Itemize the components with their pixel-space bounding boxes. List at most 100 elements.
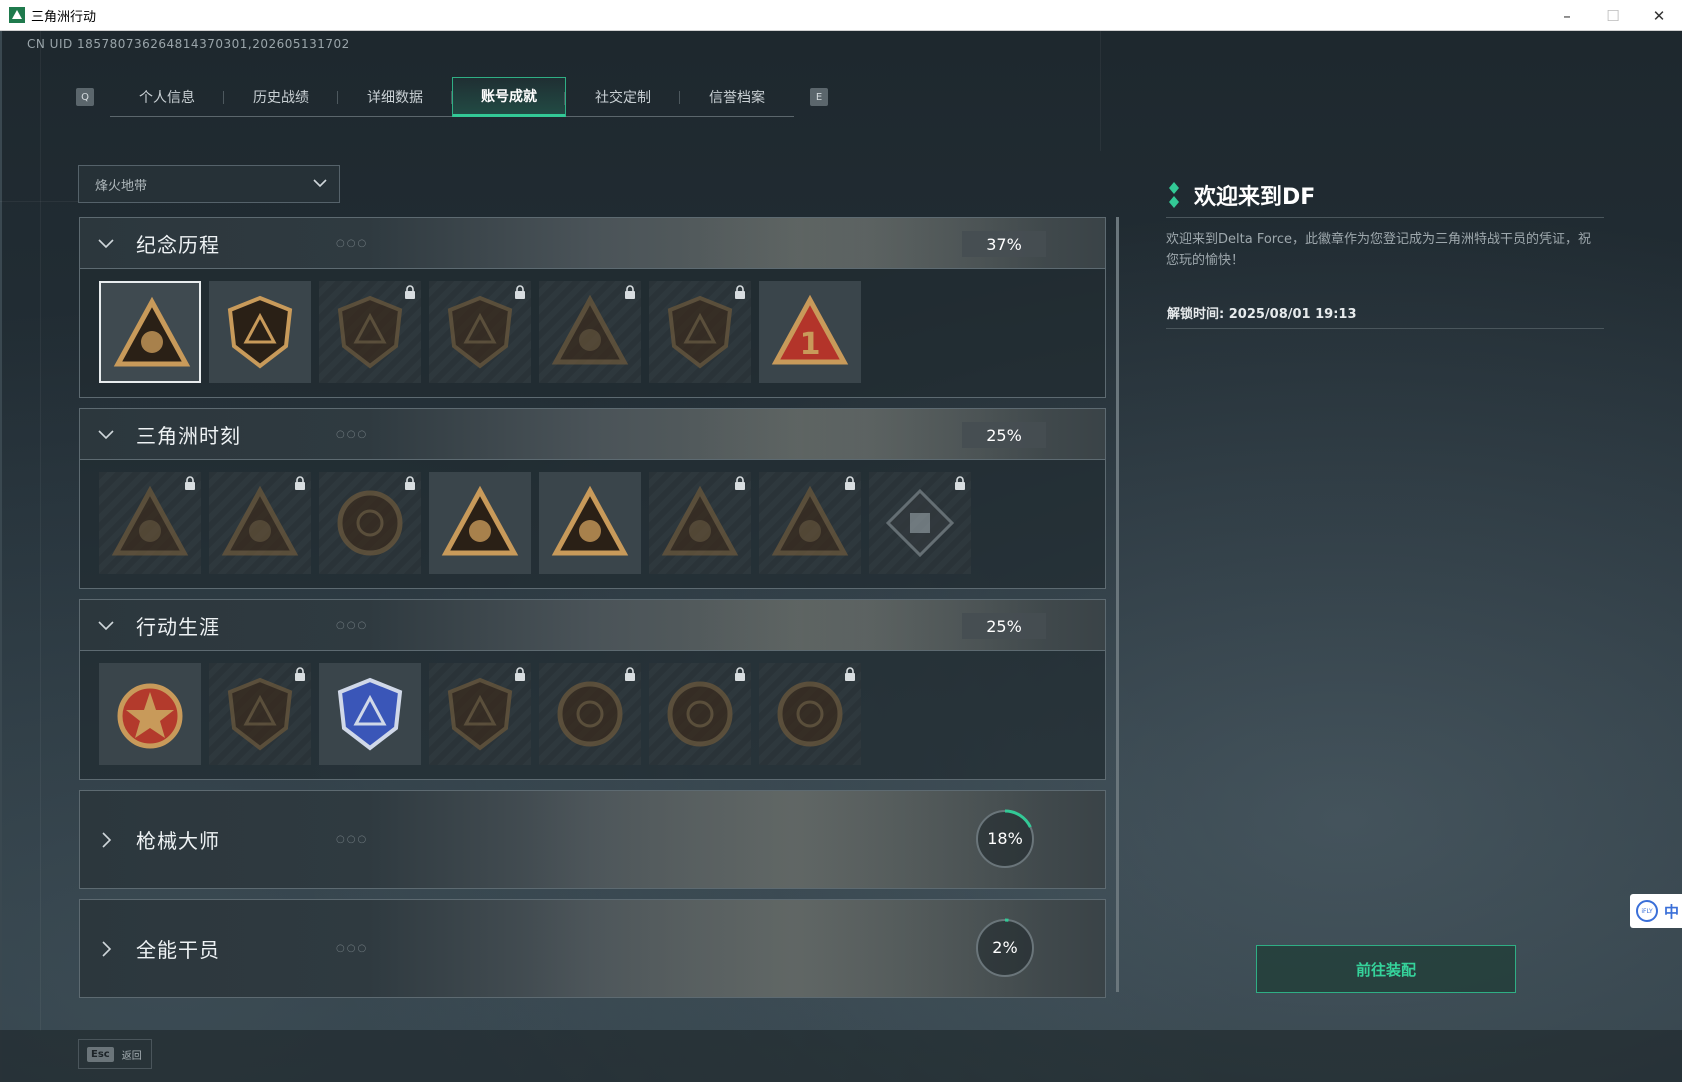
go-equip-button[interactable]: 前往装配 [1256,945,1516,993]
chevron-down-icon [98,430,114,440]
tab-match-history[interactable]: 历史战绩 [224,77,338,117]
badge-fist-triangle-emblem[interactable] [539,472,641,574]
mode-select[interactable]: 烽火地带 [78,165,340,203]
badge-orb-emblem[interactable] [539,663,641,765]
badge-number-one-triangle-emblem[interactable]: 1 [759,281,861,383]
list-scrollbar[interactable] [1116,217,1119,992]
section-header[interactable]: 行动生涯 ○○○ 25% [80,600,1105,651]
lock-icon [625,667,635,681]
section-title: 纪念历程 [136,232,220,257]
lock-icon [405,285,415,299]
badge-crossed-swords-emblem[interactable] [649,281,751,383]
badge-mask-triangle-emblem[interactable] [209,472,311,574]
badge-kneeling-soldier-emblem[interactable] [319,472,421,574]
section-dots: ○○○ [336,834,369,845]
mask-triangle-emblem-icon [221,485,299,556]
section-header[interactable]: 全能干员 ○○○ 2% [80,900,1105,997]
section-progress: 2% [992,938,1018,957]
back-label: 返回 [121,1050,142,1062]
footer-bar [0,1030,1682,1082]
tab-personal-info[interactable]: 个人信息 [110,77,224,117]
window-title: 三角洲行动 [31,9,97,25]
tab-detailed-stats[interactable]: 详细数据 [338,77,452,117]
section-dots: ○○○ [336,619,369,631]
box-triangle-emblem-icon [111,485,189,556]
chevron-right-icon [102,940,112,957]
orb-emblem-icon [557,681,623,747]
section-dots: ○○○ [336,237,369,249]
vehicle-emblem-icon [447,295,513,369]
badge-blue-police-shield-emblem[interactable] [319,663,421,765]
ifly-logo-icon: iFLY [1636,900,1658,922]
section-progress: 37% [962,231,1046,257]
badge-skull-crosshair-emblem[interactable] [649,663,751,765]
section-title: 三角洲时刻 [136,423,241,448]
hands-triangle-emblem-icon [441,485,519,556]
badge-eye-emblem[interactable] [759,663,861,765]
section-header[interactable]: 纪念历程 ○○○ 37% [80,218,1105,269]
crossed-swords-emblem-icon [667,295,733,369]
badge-eagle-triangle-emblem[interactable] [759,472,861,574]
shield-triangle-emblem-icon [113,296,191,367]
ime-mode-label: 中 [1664,902,1680,921]
badge-chevron-shield-emblem[interactable] [209,663,311,765]
section-header[interactable]: 枪械大师 ○○○ 18% [80,791,1105,888]
kneeling-soldier-emblem-icon [337,490,403,556]
blue-police-shield-emblem-icon [337,677,403,751]
lock-icon [515,667,525,681]
badge-shield-triangle-emblem[interactable] [99,281,201,383]
badge-grid: 1 [80,269,1105,397]
unlock-time: 解锁时间: 2025/08/01 19:13 [1167,307,1357,322]
detail-title: 欢迎来到DF [1194,185,1316,210]
section-operation-career: 行动生涯 ○○○ 25% [79,599,1106,780]
chevron-shield-emblem-icon [227,677,293,751]
badge-vehicle-emblem[interactable] [429,281,531,383]
badge-hex-shield-emblem[interactable] [319,281,421,383]
close-button[interactable]: ✕ [1636,0,1682,31]
lock-icon [515,285,525,299]
tab-credit-record[interactable]: 信誉档案 [680,77,794,117]
minimize-button[interactable]: – [1544,0,1590,31]
badge-cube-diamond-emblem[interactable] [869,472,971,574]
esc-key-hint: Esc [87,1046,114,1062]
badge-squad-triangle-emblem[interactable] [649,472,751,574]
badge-soldier-triangle-emblem[interactable] [539,281,641,383]
badge-grid [80,460,1105,588]
lock-icon [845,476,855,490]
section-dots: ○○○ [336,428,369,440]
mode-select-value: 烽火地带 [95,178,148,194]
lock-icon [735,285,745,299]
badge-grid [80,651,1105,779]
chevron-down-icon [98,621,114,631]
detail-header: 欢迎来到DF [1168,179,1315,211]
section-weapon-master: 枪械大师 ○○○ 18% [79,790,1106,889]
badge-hands-triangle-emblem[interactable] [429,472,531,574]
tab-account-achievements[interactable]: 账号成就 [452,77,566,117]
section-all-round-operator: 全能干员 ○○○ 2% [79,899,1106,998]
tab-bar: Q 个人信息 历史战绩 详细数据 账号成就 社交定制 信誉档案 E [76,77,828,117]
ime-indicator[interactable]: iFLY 中 [1630,894,1682,928]
chevron-down-icon [313,179,327,188]
badge-hexagon-shield-emblem[interactable] [429,663,531,765]
window-titlebar: 三角洲行动 – ☐ ✕ [0,0,1682,31]
badge-star-medal-emblem[interactable] [99,663,201,765]
section-header[interactable]: 三角洲时刻 ○○○ 25% [80,409,1105,460]
lock-icon [295,476,305,490]
chevron-right-icon [102,831,112,848]
section-title: 行动生涯 [136,614,220,639]
maximize-button[interactable]: ☐ [1590,0,1636,31]
section-dots: ○○○ [336,943,369,954]
svg-text:1: 1 [800,327,821,362]
next-tab-key-hint[interactable]: E [810,88,828,106]
lock-icon [845,667,855,681]
badge-helicopter-emblem[interactable] [209,281,311,383]
tab-social-custom[interactable]: 社交定制 [566,77,680,117]
back-button[interactable]: Esc 返回 [78,1039,152,1069]
prev-tab-key-hint[interactable]: Q [76,88,94,106]
lock-icon [735,667,745,681]
badge-box-triangle-emblem[interactable] [99,472,201,574]
helicopter-emblem-icon [227,295,293,369]
lock-icon [185,476,195,490]
hex-shield-emblem-icon [337,295,403,369]
lock-icon [625,285,635,299]
